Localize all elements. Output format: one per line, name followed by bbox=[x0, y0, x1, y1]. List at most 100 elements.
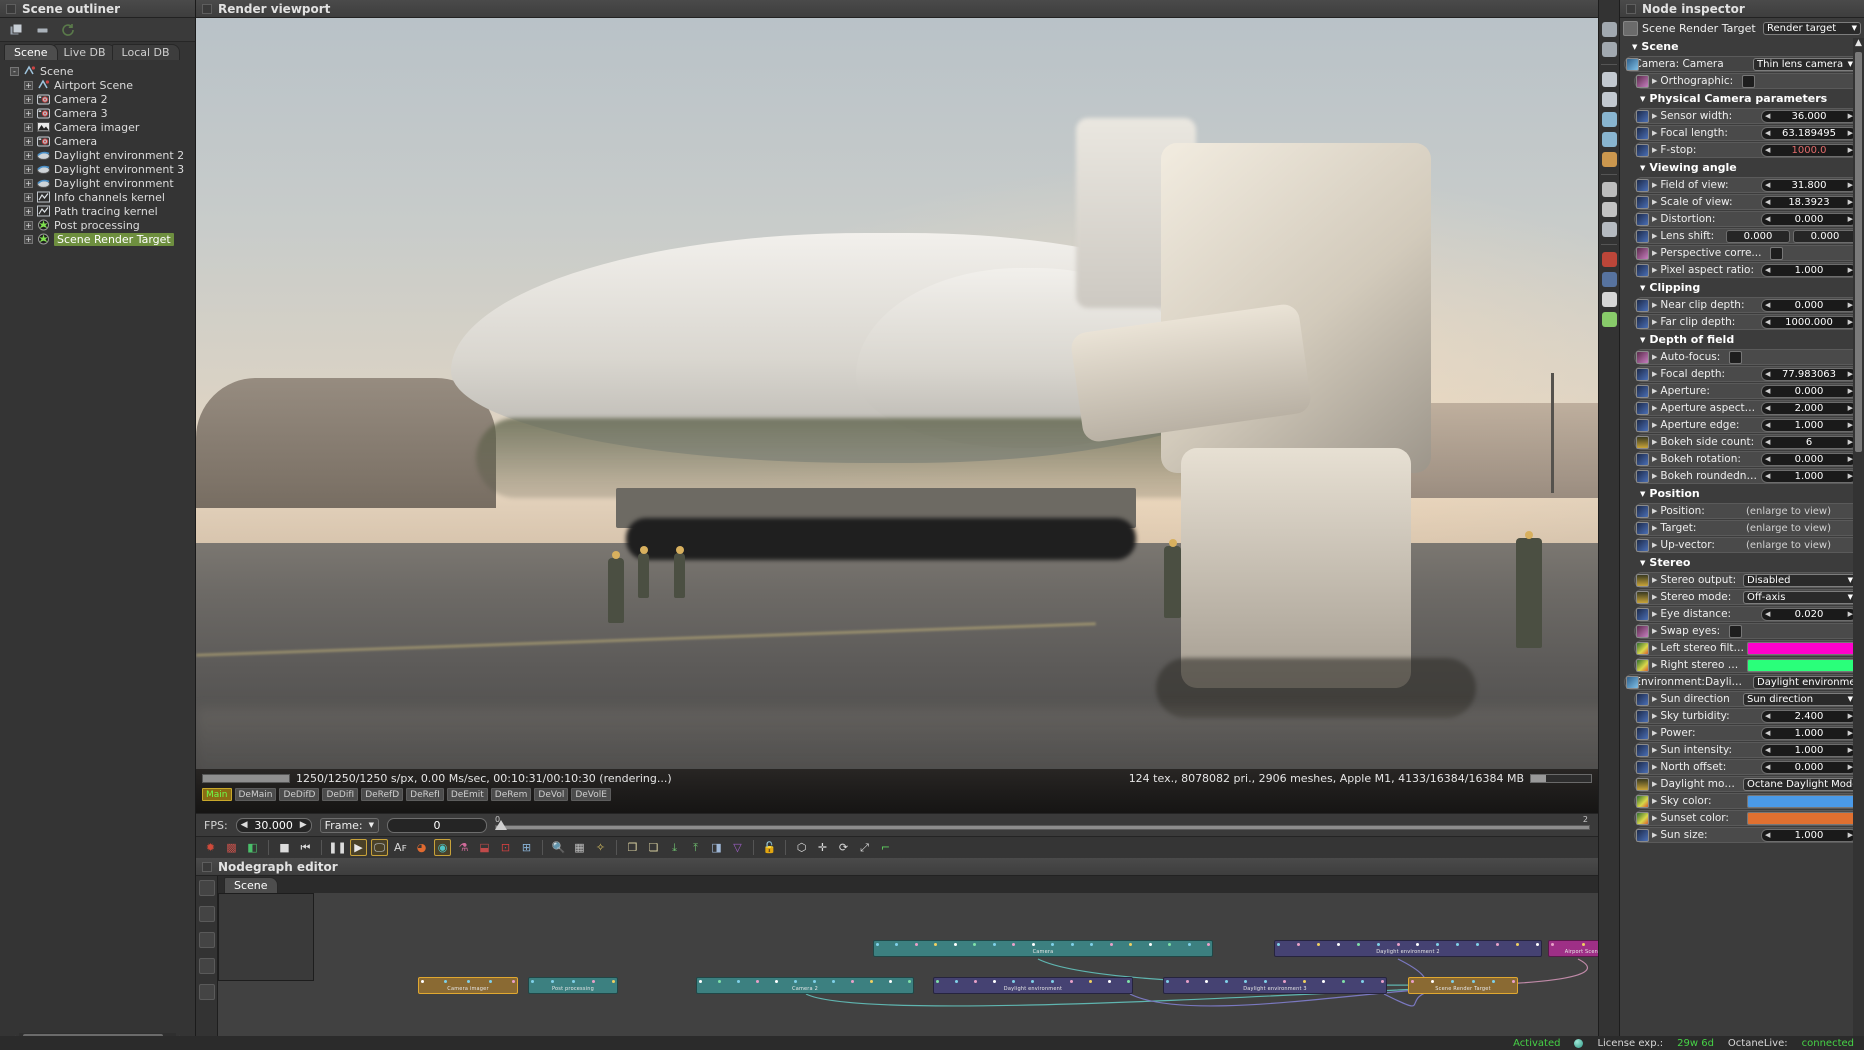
parameter-color-swatch[interactable] bbox=[1747, 658, 1857, 672]
chevron-right-icon[interactable]: ▶ bbox=[1652, 404, 1657, 412]
node-pin[interactable] bbox=[876, 943, 879, 946]
parameter-stepper[interactable]: ◀ 1.000 ▶ bbox=[1761, 828, 1857, 842]
node-pin[interactable] bbox=[1070, 943, 1074, 946]
inspector-row-focal-length-[interactable]: ▶ Focal length: ◀ 63.189495 ▶ bbox=[1634, 125, 1862, 141]
clay-mode-icon[interactable]: ◉ bbox=[434, 839, 451, 856]
camera-icon[interactable] bbox=[1601, 92, 1617, 107]
node-pin[interactable] bbox=[1283, 980, 1287, 983]
inspector-row-north-offset-[interactable]: ▶ North offset: ◀ 0.000 ▶ bbox=[1634, 759, 1862, 775]
copy-image-icon[interactable]: ❐ bbox=[624, 839, 641, 856]
chevron-right-icon[interactable]: ▶ bbox=[1652, 129, 1657, 137]
chevron-right-icon[interactable]: ▶ bbox=[1652, 181, 1657, 189]
inspector-row-stereo-mode-[interactable]: ▶ Stereo mode: Off-axis ▼ bbox=[1634, 589, 1862, 605]
node-pin[interactable] bbox=[1263, 980, 1267, 983]
object-pick-icon[interactable]: ⬓ bbox=[476, 839, 493, 856]
chevron-right-icon[interactable]: ▶ bbox=[1652, 593, 1657, 601]
chevron-right-icon[interactable]: ▶ bbox=[1652, 438, 1657, 446]
outliner-item-daylight-environment-2[interactable]: + Daylight environment 2 bbox=[0, 148, 195, 162]
nodegraph-canvas[interactable]: Camera Daylight environment 2 Airport Scen… bbox=[218, 893, 1598, 1050]
environment-icon[interactable] bbox=[1601, 112, 1617, 127]
outliner-item-camera[interactable]: + Camera bbox=[0, 134, 195, 148]
node-pin[interactable] bbox=[936, 980, 939, 983]
chevron-right-icon[interactable]: ▶ bbox=[1652, 729, 1657, 737]
inspector-group-physical-camera-parameters[interactable]: Physical Camera parameters bbox=[1622, 90, 1862, 107]
node-pin[interactable] bbox=[1416, 943, 1420, 946]
nodegraph-node-camera-2[interactable]: Camera 2 bbox=[696, 977, 914, 994]
node-pin[interactable] bbox=[1516, 943, 1520, 946]
node-pin[interactable] bbox=[1166, 980, 1169, 983]
inspector-row-sun-size-[interactable]: ▶ Sun size: ◀ 1.000 ▶ bbox=[1634, 827, 1862, 843]
node-pin[interactable] bbox=[934, 943, 938, 946]
restart-render-icon[interactable]: ⏮ bbox=[297, 839, 314, 856]
inspector-row-sunset-color-[interactable]: ▶ Sunset color: bbox=[1634, 810, 1862, 826]
node-pin[interactable] bbox=[737, 980, 740, 983]
image-icon[interactable] bbox=[1601, 72, 1617, 87]
node-pin[interactable] bbox=[1129, 943, 1133, 946]
inspector-group-stereo[interactable]: Stereo bbox=[1622, 554, 1862, 571]
chevron-right-icon[interactable]: ▶ bbox=[1652, 387, 1657, 395]
node-pin[interactable] bbox=[1361, 980, 1365, 983]
chevron-right-icon[interactable]: ▶ bbox=[1652, 814, 1657, 822]
duplicate-icon[interactable] bbox=[1601, 22, 1617, 37]
outliner-item-scene-render-target[interactable]: + Scene Render Target bbox=[0, 232, 195, 246]
denoiser-icon[interactable]: ✧ bbox=[592, 839, 609, 856]
node-pin[interactable] bbox=[1341, 980, 1345, 983]
parameter-dropdown[interactable]: Sun direction ▼ bbox=[1743, 692, 1857, 706]
chevron-right-icon[interactable]: ▶ bbox=[1652, 780, 1657, 788]
nodegraph-node-scene-render-target[interactable]: Scene Render Target bbox=[1408, 977, 1518, 994]
node-pin[interactable] bbox=[612, 980, 615, 983]
chevron-right-icon[interactable]: ▶ bbox=[1652, 524, 1657, 532]
parameter-stepper[interactable]: ◀ 2.400 ▶ bbox=[1761, 709, 1857, 723]
chevron-right-icon[interactable]: ▶ bbox=[1652, 831, 1657, 839]
node-pin[interactable] bbox=[1088, 980, 1092, 983]
node-pin[interactable] bbox=[1012, 943, 1016, 946]
chevron-right-icon[interactable]: ▶ bbox=[1652, 746, 1657, 754]
inspector-node-row-dropdown[interactable]: Daylight environment▼ bbox=[1753, 675, 1857, 689]
red-cube-icon[interactable] bbox=[1601, 252, 1617, 267]
fps-decrement-icon[interactable]: ◀ bbox=[241, 820, 248, 830]
parameter-value-y[interactable]: 0.000 bbox=[1793, 229, 1857, 243]
chevron-right-icon[interactable]: ▶ bbox=[1652, 370, 1657, 378]
inspector-row-sensor-width-[interactable]: ▶ Sensor width: ◀ 36.000 ▶ bbox=[1634, 108, 1862, 124]
inspector-row-eye-distance-[interactable]: ▶ Eye distance: ◀ 0.020 ▶ bbox=[1634, 606, 1862, 622]
rotate-tool-icon[interactable]: ⟳ bbox=[835, 839, 852, 856]
node-pin[interactable] bbox=[421, 980, 424, 983]
outliner-item-airtport-scene[interactable]: + Airtport Scene bbox=[0, 78, 195, 92]
parameter-stepper[interactable]: ◀ 18.3923 ▶ bbox=[1761, 195, 1857, 209]
outliner-item-camera-2[interactable]: + Camera 2 bbox=[0, 92, 195, 106]
node-pin[interactable] bbox=[1511, 980, 1515, 983]
inspector-group-viewing-angle[interactable]: Viewing angle bbox=[1622, 159, 1862, 176]
inspector-node-row[interactable]: ▼Environment:Daylight environ...Daylight… bbox=[1624, 674, 1862, 690]
clock-icon[interactable] bbox=[1601, 202, 1617, 217]
color-picker-icon[interactable]: ◕ bbox=[413, 839, 430, 856]
panel-collapse-icon[interactable] bbox=[6, 3, 16, 14]
parameter-stepper[interactable]: ◀ 31.800 ▶ bbox=[1761, 178, 1857, 192]
inspector-row-daylight-model-[interactable]: ▶Daylight model:Octane Daylight Model▼ bbox=[1634, 776, 1862, 792]
parameter-color-swatch[interactable] bbox=[1747, 811, 1857, 825]
node-pin[interactable] bbox=[699, 980, 702, 983]
chevron-right-icon[interactable]: ▶ bbox=[1652, 301, 1657, 309]
render-pass-demain[interactable]: DeMain bbox=[234, 788, 277, 801]
white-balance-icon[interactable]: ⊞ bbox=[518, 839, 535, 856]
parameter-stepper[interactable]: ◀ 0.020 ▶ bbox=[1761, 607, 1857, 621]
inspector-row-power-[interactable]: ▶ Power: ◀ 1.000 ▶ bbox=[1634, 725, 1862, 741]
load-image-icon[interactable]: ⤒ bbox=[687, 839, 704, 856]
node-pin[interactable] bbox=[1376, 943, 1380, 946]
node-pin[interactable] bbox=[571, 980, 575, 983]
parameter-stepper[interactable]: ◀ 0.000 ▶ bbox=[1761, 760, 1857, 774]
node-pin[interactable] bbox=[1012, 980, 1016, 983]
node-pin[interactable] bbox=[895, 943, 899, 946]
expand-icon[interactable]: + bbox=[24, 94, 33, 104]
parameter-stepper[interactable]: ◀ 2.000 ▶ bbox=[1761, 401, 1857, 415]
chevron-right-icon[interactable]: ▶ bbox=[1652, 266, 1657, 274]
node-pin[interactable] bbox=[1031, 943, 1035, 946]
move-tool-icon[interactable]: ✛ bbox=[814, 839, 831, 856]
node-pin[interactable] bbox=[1356, 943, 1360, 946]
parameter-checkbox[interactable] bbox=[1742, 74, 1756, 88]
group-nodes-icon[interactable] bbox=[198, 958, 215, 974]
parameter-stepper[interactable]: ◀ 36.000 ▶ bbox=[1761, 109, 1857, 123]
region-render-icon[interactable]: ▩ bbox=[223, 839, 240, 856]
outliner-item-info-channels-kernel[interactable]: + Info channels kernel bbox=[0, 190, 195, 204]
parameter-stepper[interactable]: ◀ 0.000 ▶ bbox=[1761, 452, 1857, 466]
expand-icon[interactable]: + bbox=[24, 234, 33, 244]
